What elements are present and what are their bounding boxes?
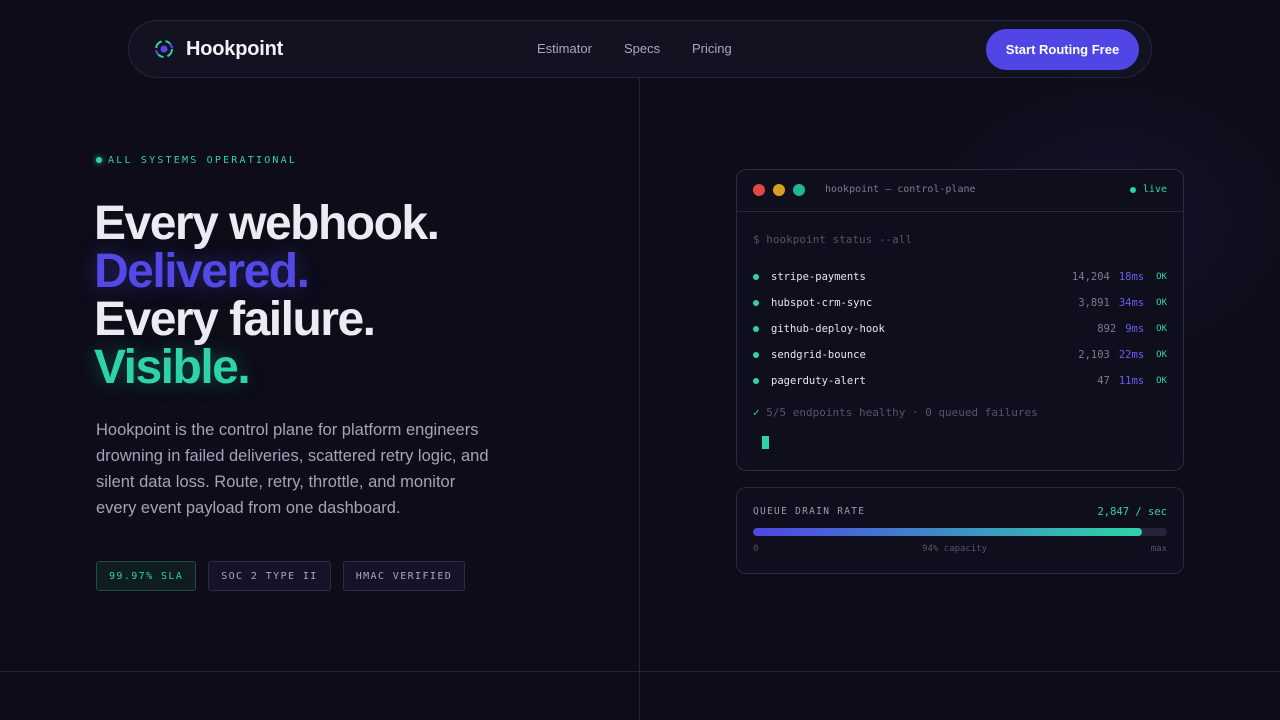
system-status-label: ALL SYSTEMS OPERATIONAL bbox=[108, 154, 298, 166]
headline-line-4: Visible. bbox=[94, 341, 251, 394]
hero-description: Hookpoint is the control plane for platf… bbox=[96, 421, 489, 517]
headline-line-3: Every failure. bbox=[94, 293, 376, 346]
terminal-command: $ hookpoint status --all bbox=[753, 233, 912, 246]
status-bullet-icon bbox=[753, 326, 759, 332]
terminal-window: hookpoint — control-plane live $ hookpoi… bbox=[736, 169, 1184, 471]
status-dot-icon bbox=[96, 157, 102, 163]
live-label: live bbox=[1142, 184, 1167, 195]
badge-sla: 99.97% SLA bbox=[96, 561, 197, 591]
close-dot-icon bbox=[753, 184, 765, 196]
endpoint-latency: 18ms bbox=[1118, 271, 1145, 283]
endpoint-latency: 9ms bbox=[1125, 323, 1145, 335]
endpoint-count: 14,204 bbox=[1071, 271, 1110, 283]
endpoint-latency: 11ms bbox=[1118, 375, 1145, 387]
drain-scale: 0 94% capacity max bbox=[753, 544, 1167, 554]
terminal-title: hookpoint — control-plane bbox=[825, 184, 976, 195]
endpoint-status: OK bbox=[1156, 298, 1167, 308]
ring-logo-icon[interactable] bbox=[153, 38, 175, 60]
endpoint-name: pagerduty-alert bbox=[771, 375, 866, 387]
terminal-cursor bbox=[762, 436, 769, 449]
endpoint-name: hubspot-crm-sync bbox=[771, 297, 873, 309]
endpoint-status: OK bbox=[1156, 324, 1167, 334]
endpoint-name: github-deploy-hook bbox=[771, 323, 885, 335]
status-bullet-icon bbox=[753, 378, 759, 384]
maximize-dot-icon bbox=[793, 184, 805, 196]
hero-headline: Every webhook. Delivered. Every failure.… bbox=[94, 200, 614, 392]
badge-soc2: SOC 2 TYPE II bbox=[208, 561, 331, 591]
vertical-divider bbox=[639, 78, 640, 720]
endpoint-count: 3,891 bbox=[1078, 297, 1110, 309]
drain-label: QUEUE DRAIN RATE bbox=[753, 506, 866, 517]
endpoint-status: OK bbox=[1156, 272, 1167, 282]
scale-capacity-label: 94% capacity bbox=[922, 544, 988, 554]
terminal-summary: ✓ 5/5 endpoints healthy · 0 queued failu… bbox=[753, 406, 1038, 419]
terminal-header: hookpoint — control-plane live bbox=[737, 170, 1183, 212]
system-status: ALL SYSTEMS OPERATIONAL bbox=[96, 154, 297, 166]
headline-line-1: Every webhook. bbox=[94, 197, 440, 250]
endpoint-name: stripe-payments bbox=[771, 271, 866, 283]
endpoint-list: stripe-payments 14,204 18ms OK hubspot-c… bbox=[753, 264, 1167, 394]
horizontal-divider bbox=[0, 671, 1280, 672]
status-bullet-icon bbox=[753, 352, 759, 358]
status-bullet-icon bbox=[753, 274, 759, 280]
endpoint-row: github-deploy-hook 892 9ms OK bbox=[753, 316, 1167, 342]
drain-progress-fill bbox=[753, 528, 1143, 536]
brand-name[interactable]: Hookpoint bbox=[186, 38, 283, 61]
scale-max-label: max bbox=[1150, 544, 1167, 554]
top-nav: Hookpoint Estimator Specs Pricing Start … bbox=[128, 20, 1152, 78]
summary-text: 5/5 endpoints healthy · 0 queued failure… bbox=[766, 406, 1038, 419]
drain-rate: 2,847 / sec bbox=[1097, 506, 1167, 518]
minimize-dot-icon bbox=[773, 184, 785, 196]
endpoint-latency: 34ms bbox=[1118, 297, 1145, 309]
endpoint-row: hubspot-crm-sync 3,891 34ms OK bbox=[753, 290, 1167, 316]
endpoint-name: sendgrid-bounce bbox=[771, 349, 866, 361]
badge-hmac: HMAC VERIFIED bbox=[342, 561, 466, 591]
nav-link-pricing[interactable]: Pricing bbox=[692, 41, 732, 56]
scale-min-label: 0 bbox=[753, 544, 759, 554]
endpoint-count: 892 bbox=[1097, 323, 1117, 335]
endpoint-count: 2,103 bbox=[1078, 349, 1110, 361]
live-indicator: live bbox=[1129, 184, 1167, 195]
endpoint-status: OK bbox=[1156, 350, 1167, 360]
endpoint-latency: 22ms bbox=[1118, 349, 1145, 361]
headline-line-2: Delivered. bbox=[94, 245, 310, 298]
drain-progress-track bbox=[753, 528, 1167, 536]
endpoint-row: stripe-payments 14,204 18ms OK bbox=[753, 264, 1167, 290]
trust-badges: 99.97% SLA SOC 2 TYPE II HMAC VERIFIED bbox=[96, 561, 466, 591]
start-routing-button[interactable]: Start Routing Free bbox=[986, 29, 1139, 70]
endpoint-status: OK bbox=[1156, 376, 1167, 386]
endpoint-row: sendgrid-bounce 2,103 22ms OK bbox=[753, 342, 1167, 368]
status-bullet-icon bbox=[753, 300, 759, 306]
check-icon: ✓ bbox=[753, 406, 760, 419]
live-dot-icon bbox=[1129, 186, 1136, 193]
queue-drain-card: QUEUE DRAIN RATE 2,847 / sec 0 94% capac… bbox=[736, 487, 1184, 574]
endpoint-row: pagerduty-alert 47 11ms OK bbox=[753, 368, 1167, 394]
nav-link-estimator[interactable]: Estimator bbox=[537, 41, 592, 56]
nav-link-specs[interactable]: Specs bbox=[624, 41, 660, 56]
endpoint-count: 47 bbox=[1097, 375, 1110, 387]
